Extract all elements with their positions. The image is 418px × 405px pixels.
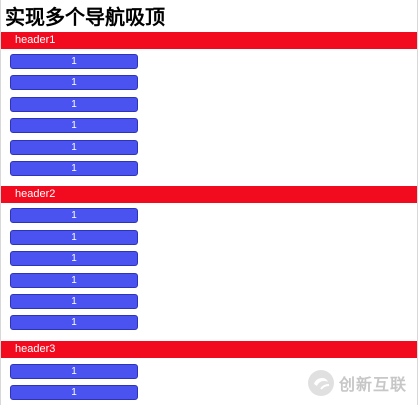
item-button[interactable]: 1 <box>10 208 138 224</box>
item-button[interactable]: 1 <box>10 160 138 176</box>
page-title: 实现多个导航吸顶 <box>5 7 165 29</box>
item-button[interactable]: 1 <box>10 272 138 288</box>
item-button[interactable]: 1 <box>10 251 138 267</box>
item-button[interactable]: 1 <box>10 118 138 134</box>
section-header-3: header3 <box>1 340 417 358</box>
item-button[interactable]: 1 <box>10 54 138 69</box>
item-button[interactable]: 1 <box>10 315 138 331</box>
watermark: 创新互联 <box>307 369 407 397</box>
item-button[interactable]: 1 <box>10 293 138 309</box>
section-header-2: header2 <box>1 186 417 204</box>
page: 实现多个导航吸顶 header1 1 1 1 1 1 1 header2 1 1… <box>0 0 418 405</box>
button-list-2: 1 1 1 1 1 1 <box>1 203 417 340</box>
section-header-1: header1 <box>1 32 417 49</box>
watermark-text: 创新互联 <box>338 377 407 394</box>
item-button[interactable]: 1 <box>10 96 138 112</box>
item-button[interactable]: 1 <box>10 229 138 245</box>
section-2: header2 1 1 1 1 1 1 <box>1 186 417 340</box>
chuangxin-logo-icon <box>307 370 334 396</box>
item-button[interactable]: 1 <box>10 139 138 155</box>
item-button[interactable]: 1 <box>10 385 138 401</box>
button-list-1: 1 1 1 1 1 1 <box>1 49 417 186</box>
item-button[interactable]: 1 <box>10 75 138 91</box>
item-button[interactable]: 1 <box>10 363 138 379</box>
section-1: header1 1 1 1 1 1 1 <box>1 32 417 186</box>
